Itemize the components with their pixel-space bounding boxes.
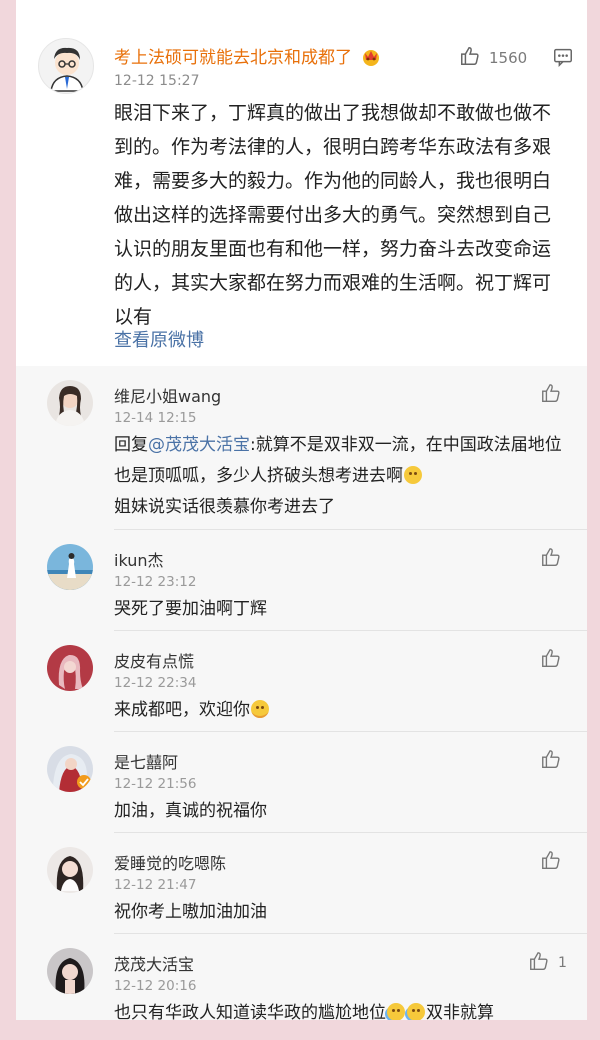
reply-text-tail: 双非就算 <box>426 1003 494 1020</box>
post-author-name[interactable]: 考上法硕可就能去北京和成都了 <box>114 43 381 71</box>
reply-author-name[interactable]: ikun杰 <box>114 547 164 571</box>
thumbs-up-icon <box>540 647 562 673</box>
reply-mention-link[interactable]: @茂茂大活宝 <box>148 435 250 455</box>
smile-emoji-icon <box>251 700 269 718</box>
reply-item: 茂茂大活宝 12-12 20:16 1 也只有华政人知道读华政的尴尬地位 双非就算 <box>16 934 587 1020</box>
reply-like-button[interactable] <box>540 748 562 774</box>
reply-prefix: 回复 <box>114 435 148 455</box>
crying-emoji-icon <box>407 1003 425 1020</box>
reply-text-body: 也只有华政人知道读华政的尴尬地位 <box>114 1003 386 1020</box>
reply-time: 12-14 12:15 <box>114 410 197 426</box>
thumbs-up-icon <box>528 950 550 976</box>
laugh-cry-emoji-icon <box>404 466 422 484</box>
post-time: 12-12 15:27 <box>114 73 200 89</box>
reply-avatar[interactable] <box>47 746 93 792</box>
post-like-count: 1560 <box>489 49 528 67</box>
reply-author-name[interactable]: 爱睡觉的吃嗯陈 <box>114 850 226 874</box>
reply-time: 12-12 20:16 <box>114 978 197 994</box>
reply-avatar[interactable] <box>47 544 93 590</box>
reply-text: 祝你考上嗷加油加油 <box>114 902 267 922</box>
reply-text: 加油，真诚的祝福你 <box>114 801 267 821</box>
thumbs-up-icon <box>540 546 562 572</box>
weibo-card: 考上法硕可就能去北京和成都了 12-12 15:27 1560 眼泪下来了，丁辉… <box>16 0 587 1020</box>
reply-like-count: 1 <box>558 955 567 971</box>
reply-time: 12-12 21:56 <box>114 776 197 792</box>
reply-author-name[interactable]: 维尼小姐wang <box>114 383 221 407</box>
reply-time: 12-12 22:34 <box>114 675 197 691</box>
reply-text: 来成都吧，欢迎你 <box>114 695 564 726</box>
comment-icon[interactable] <box>552 46 574 72</box>
reply-avatar[interactable] <box>47 948 93 994</box>
main-post: 考上法硕可就能去北京和成都了 12-12 15:27 1560 眼泪下来了，丁辉… <box>16 0 587 366</box>
post-author-avatar[interactable] <box>38 38 94 94</box>
reply-avatar[interactable] <box>47 847 93 893</box>
post-text: 眼泪下来了，丁辉真的做出了我想做却不敢做也做不到的。作为考法律的人，很明白跨考华… <box>114 102 552 328</box>
thumbs-up-icon <box>459 45 481 71</box>
thumbs-up-icon <box>540 748 562 774</box>
reply-author-name[interactable]: 茂茂大活宝 <box>114 951 194 975</box>
reply-author-name[interactable]: 皮皮有点慌 <box>114 648 194 672</box>
post-author-name-text[interactable]: 考上法硕可就能去北京和成都了 <box>114 48 352 68</box>
reply-item: 维尼小姐wang 12-14 12:15 回复@茂茂大活宝:就算不是双非双一流，… <box>16 366 587 530</box>
reply-like-button[interactable]: 1 <box>528 950 567 976</box>
reply-text: 也只有华政人知道读华政的尴尬地位 双非就算 <box>114 998 564 1020</box>
reply-item: 是七囍阿 12-12 21:56 加油，真诚的祝福你 <box>16 732 587 833</box>
reply-like-button[interactable] <box>540 647 562 673</box>
reply-time: 12-12 23:12 <box>114 574 197 590</box>
reply-like-button[interactable] <box>540 849 562 875</box>
post-like-button[interactable]: 1560 <box>459 45 527 71</box>
reply-avatar[interactable] <box>47 645 93 691</box>
thumbs-up-icon <box>540 382 562 408</box>
reply-item: 皮皮有点慌 12-12 22:34 来成都吧，欢迎你 <box>16 631 587 732</box>
reply-avatar[interactable] <box>47 380 93 426</box>
reply-item: 爱睡觉的吃嗯陈 12-12 21:47 祝你考上嗷加油加油 <box>16 833 587 934</box>
vip-crown-icon <box>361 48 381 71</box>
reply-text: 哭死了要加油啊丁辉 <box>114 599 267 619</box>
reply-author-name[interactable]: 是七囍阿 <box>114 749 178 773</box>
view-original-link[interactable]: 查看原微博 <box>114 326 204 352</box>
crying-emoji-icon <box>387 1003 405 1020</box>
reply-time: 12-12 21:47 <box>114 877 197 893</box>
reply-text-body: 来成都吧，欢迎你 <box>114 700 250 720</box>
reply-text-line2: 姐妹说实话很羡慕你考进去了 <box>114 497 335 517</box>
reply-text: 回复@茂茂大活宝:就算不是双非双一流，在中国政法届地位也是顶呱呱，多少人挤破头想… <box>114 430 564 523</box>
reply-item: ikun杰 12-12 23:12 哭死了要加油啊丁辉 <box>16 530 587 631</box>
thumbs-up-icon <box>540 849 562 875</box>
reply-like-button[interactable] <box>540 382 562 408</box>
reply-like-button[interactable] <box>540 546 562 572</box>
